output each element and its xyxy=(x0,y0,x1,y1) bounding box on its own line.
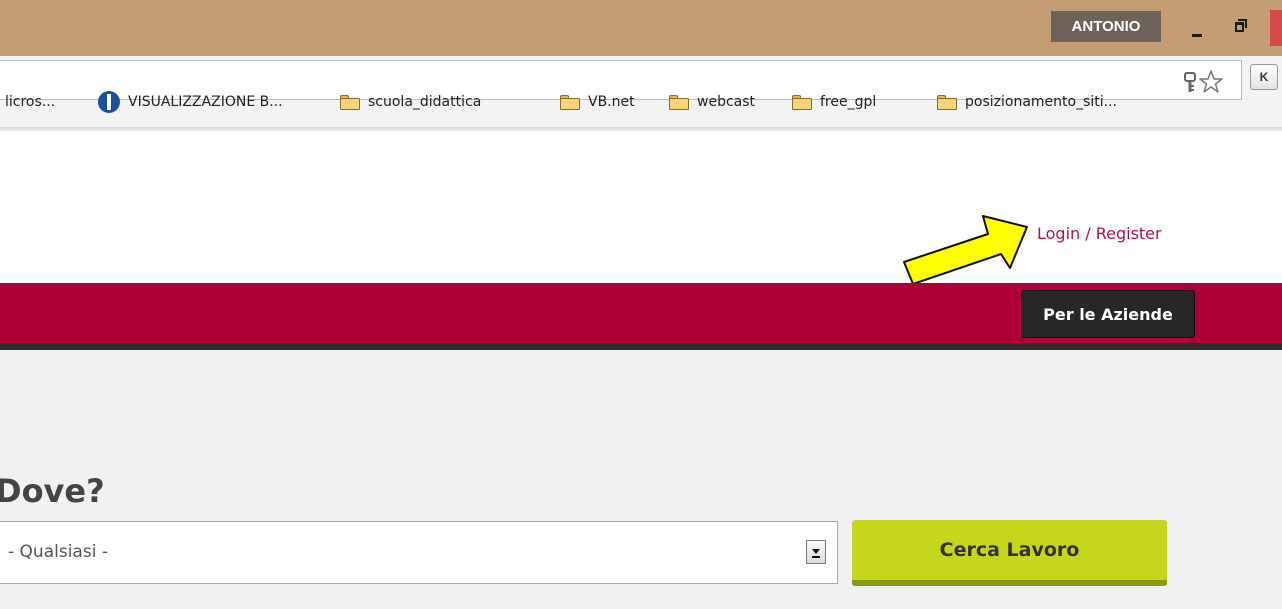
folder-icon xyxy=(340,94,360,110)
bookmark-label: scuola_didattica xyxy=(368,94,482,110)
page-header xyxy=(0,131,1282,283)
user-badge[interactable]: ANTONIO xyxy=(1051,11,1161,42)
bookmark-label: posizionamento_siti... xyxy=(965,94,1117,110)
dove-heading: Dove? xyxy=(0,472,105,510)
arrow-icon xyxy=(903,215,1028,285)
location-select-value: - Qualsiasi - xyxy=(8,542,108,562)
bookmark-folder[interactable]: webcast xyxy=(669,91,755,113)
window-titlebar: ANTONIO xyxy=(0,0,1282,56)
bookmarks-bar: licros... VISUALIZZAZIONE B... scuola_di… xyxy=(0,77,1282,127)
minimize-icon[interactable] xyxy=(1184,10,1210,40)
vb-icon xyxy=(98,91,120,113)
bookmark-label: VB.net xyxy=(588,94,635,110)
folder-icon xyxy=(792,94,812,110)
bookmark-label: free_gpl xyxy=(820,94,877,110)
bookmark-folder[interactable]: posizionamento_siti... xyxy=(937,91,1117,113)
folder-icon xyxy=(560,94,580,110)
close-button[interactable] xyxy=(1270,10,1282,46)
folder-icon xyxy=(937,94,957,110)
bookmark-folder[interactable]: scuola_didattica xyxy=(340,91,481,113)
per-le-aziende-button[interactable]: Per le Aziende xyxy=(1021,290,1195,338)
cerca-lavoro-button[interactable]: Cerca Lavoro xyxy=(852,520,1167,586)
bookmark-label: VISUALIZZAZIONE B... xyxy=(128,94,283,110)
restore-icon[interactable] xyxy=(1228,10,1254,40)
bookmark-label: licros... xyxy=(5,94,56,110)
bookmark-folder[interactable]: VB.net xyxy=(560,91,635,113)
bookmark-item[interactable]: licros... xyxy=(5,91,55,113)
bookmark-item[interactable]: VISUALIZZAZIONE B... xyxy=(98,91,283,113)
navbar-underline xyxy=(0,343,1282,350)
folder-icon xyxy=(669,94,689,110)
chevron-down-icon[interactable] xyxy=(806,540,826,564)
bookmark-label: webcast xyxy=(697,94,756,110)
login-register-link[interactable]: Login / Register xyxy=(1037,224,1162,243)
bookmark-folder[interactable]: free_gpl xyxy=(792,91,876,113)
location-select[interactable]: - Qualsiasi - xyxy=(0,521,838,584)
